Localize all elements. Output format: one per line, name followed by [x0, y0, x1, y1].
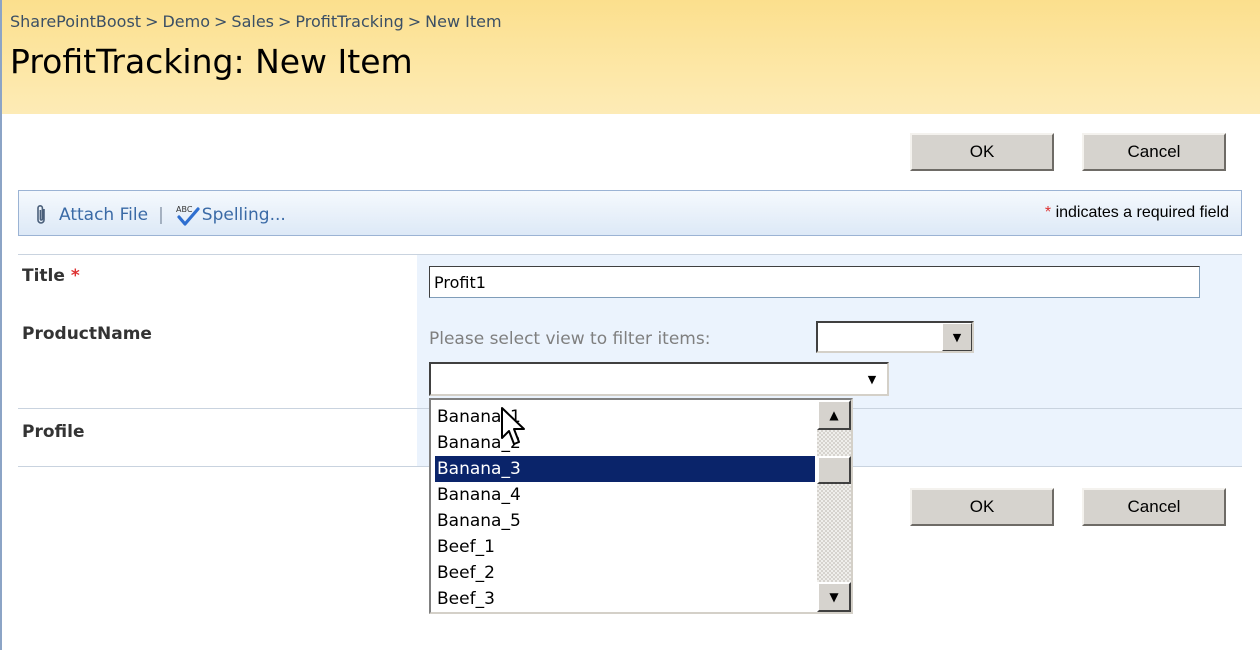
cancel-button-bottom[interactable]: Cancel: [1082, 488, 1226, 526]
svg-text:ABC: ABC: [176, 205, 193, 214]
scroll-down-icon[interactable]: ▼: [817, 582, 851, 612]
attach-file-label: Attach File: [59, 205, 149, 225]
spelling-label: Spelling...: [201, 205, 286, 225]
productname-options-list[interactable]: Banana_1 Banana_2 Banana_3 Banana_4 Bana…: [429, 398, 853, 614]
breadcrumb-separator: >: [214, 12, 228, 31]
breadcrumb-separator: >: [278, 12, 292, 31]
ok-button-top[interactable]: OK: [910, 133, 1054, 171]
required-star: *: [70, 266, 80, 286]
scroll-thumb[interactable]: [817, 456, 851, 484]
productname-field-label: ProductName: [22, 324, 152, 344]
filter-prompt: Please select view to filter items:: [429, 329, 711, 349]
breadcrumb-item-list[interactable]: ProfitTracking: [295, 12, 403, 31]
required-star: *: [1044, 204, 1052, 221]
breadcrumb-item-site[interactable]: SharePointBoost: [10, 12, 141, 31]
spellcheck-icon: ABC: [176, 205, 200, 226]
breadcrumb-item-current: New Item: [425, 12, 502, 31]
breadcrumb: SharePointBoost > Demo > Sales > ProfitTrackin…: [10, 12, 502, 31]
list-item[interactable]: Banana_5: [435, 508, 815, 534]
attach-file-link[interactable]: Attach File: [33, 204, 148, 226]
mouse-pointer-icon: [501, 407, 525, 445]
list-scrollbar[interactable]: ▲ ▼: [817, 400, 851, 612]
list-item[interactable]: Banana_4: [435, 482, 815, 508]
page-title: ProfitTracking: New Item: [10, 42, 413, 81]
ok-button-bottom[interactable]: OK: [910, 488, 1054, 526]
title-area: SharePointBoost > Demo > Sales > ProfitTrackin…: [2, 0, 1260, 114]
list-item[interactable]: Banana_1: [435, 404, 815, 430]
list-item[interactable]: Beef_1: [435, 534, 815, 560]
scroll-up-icon[interactable]: ▲: [817, 400, 851, 430]
title-field-label: Title *: [22, 266, 80, 286]
breadcrumb-item-sales[interactable]: Sales: [231, 12, 274, 31]
breadcrumb-separator: >: [407, 12, 422, 31]
title-input[interactable]: [429, 266, 1200, 298]
breadcrumb-separator: >: [145, 12, 159, 31]
form-toolbar: Attach File | ABC Spelling... * indicate…: [18, 190, 1242, 236]
view-filter-select[interactable]: ▼: [816, 321, 974, 353]
title-label-text: Title: [22, 266, 65, 286]
list-item[interactable]: Beef_3: [435, 586, 815, 612]
cancel-button-top[interactable]: Cancel: [1082, 133, 1226, 171]
list-item[interactable]: Beef_2: [435, 560, 815, 586]
profile-field-label: Profile: [22, 422, 85, 442]
chevron-down-icon[interactable]: ▼: [857, 364, 887, 394]
required-field-note: * indicates a required field: [1045, 204, 1229, 222]
list-item-selected[interactable]: Banana_3: [435, 456, 815, 482]
chevron-down-icon[interactable]: ▼: [942, 323, 972, 351]
toolbar-divider: |: [158, 205, 164, 225]
spelling-link[interactable]: ABC Spelling...: [174, 203, 286, 227]
paperclip-icon: [37, 205, 45, 224]
breadcrumb-item-demo[interactable]: Demo: [162, 12, 210, 31]
productname-select[interactable]: ▼: [429, 362, 889, 396]
required-note-text: indicates a required field: [1055, 204, 1229, 221]
list-item[interactable]: Banana_2: [435, 430, 815, 456]
